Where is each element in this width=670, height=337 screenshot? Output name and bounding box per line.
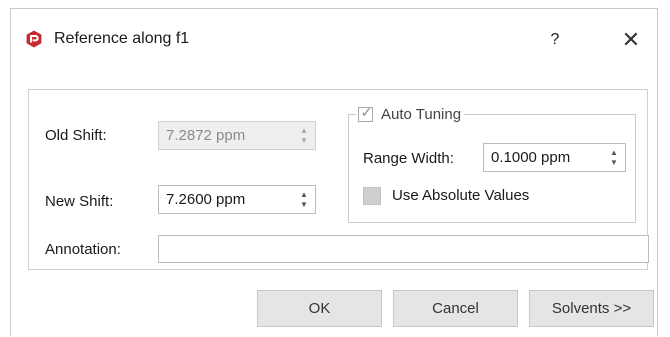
spin-down-icon[interactable]: ▼ [299,136,309,146]
auto-tuning-toggle[interactable]: ✓ Auto Tuning [356,103,465,124]
cancel-button[interactable]: Cancel [393,290,518,327]
ok-button[interactable]: OK [257,290,382,327]
range-width-input[interactable]: 0.1000 ppm ▲ ▼ [483,143,626,172]
form-panel: Old Shift: 7.2872 ppm ▲ ▼ New Shift: 7.2… [28,89,649,270]
help-button[interactable]: ? [543,29,567,51]
auto-tuning-checkbox[interactable]: ✓ [358,103,373,122]
dialog-window: Reference along f1 ? ✕ Old Shift: 7.2872… [10,8,658,336]
new-shift-label: New Shift: [45,193,114,210]
new-shift-input[interactable]: 7.2600 ppm ▲ ▼ [158,185,316,214]
range-width-value: 0.1000 ppm [491,149,571,166]
title-bar: Reference along f1 ? ✕ [11,9,657,61]
close-button[interactable]: ✕ [618,27,644,53]
annotation-input[interactable] [158,235,649,263]
old-shift-spin-arrows[interactable]: ▲ ▼ [299,126,309,146]
range-width-spin-arrows[interactable]: ▲ ▼ [609,148,619,168]
auto-tuning-group: ✓ Auto Tuning Range Width: 0.1000 ppm ▲ … [348,104,636,223]
spin-down-icon[interactable]: ▼ [609,158,619,168]
checkmark-icon: ✓ [360,103,373,120]
spin-up-icon[interactable]: ▲ [299,190,309,200]
window-title: Reference along f1 [54,30,190,47]
use-absolute-values-checkbox[interactable] [363,187,381,205]
spin-up-icon[interactable]: ▲ [299,126,309,136]
old-shift-label: Old Shift: [45,127,107,144]
old-shift-input[interactable]: 7.2872 ppm ▲ ▼ [158,121,316,150]
spin-down-icon[interactable]: ▼ [299,200,309,210]
app-logo-icon [26,30,42,48]
auto-tuning-label: Auto Tuning [381,105,462,123]
spin-up-icon[interactable]: ▲ [609,148,619,158]
solvents-button[interactable]: Solvents >> [529,290,654,327]
range-width-label: Range Width: [363,150,454,167]
new-shift-value: 7.2600 ppm [166,191,246,208]
annotation-label: Annotation: [45,241,121,258]
old-shift-value: 7.2872 ppm [166,127,246,144]
use-absolute-values-label: Use Absolute Values [392,187,530,204]
new-shift-spin-arrows[interactable]: ▲ ▼ [299,190,309,210]
